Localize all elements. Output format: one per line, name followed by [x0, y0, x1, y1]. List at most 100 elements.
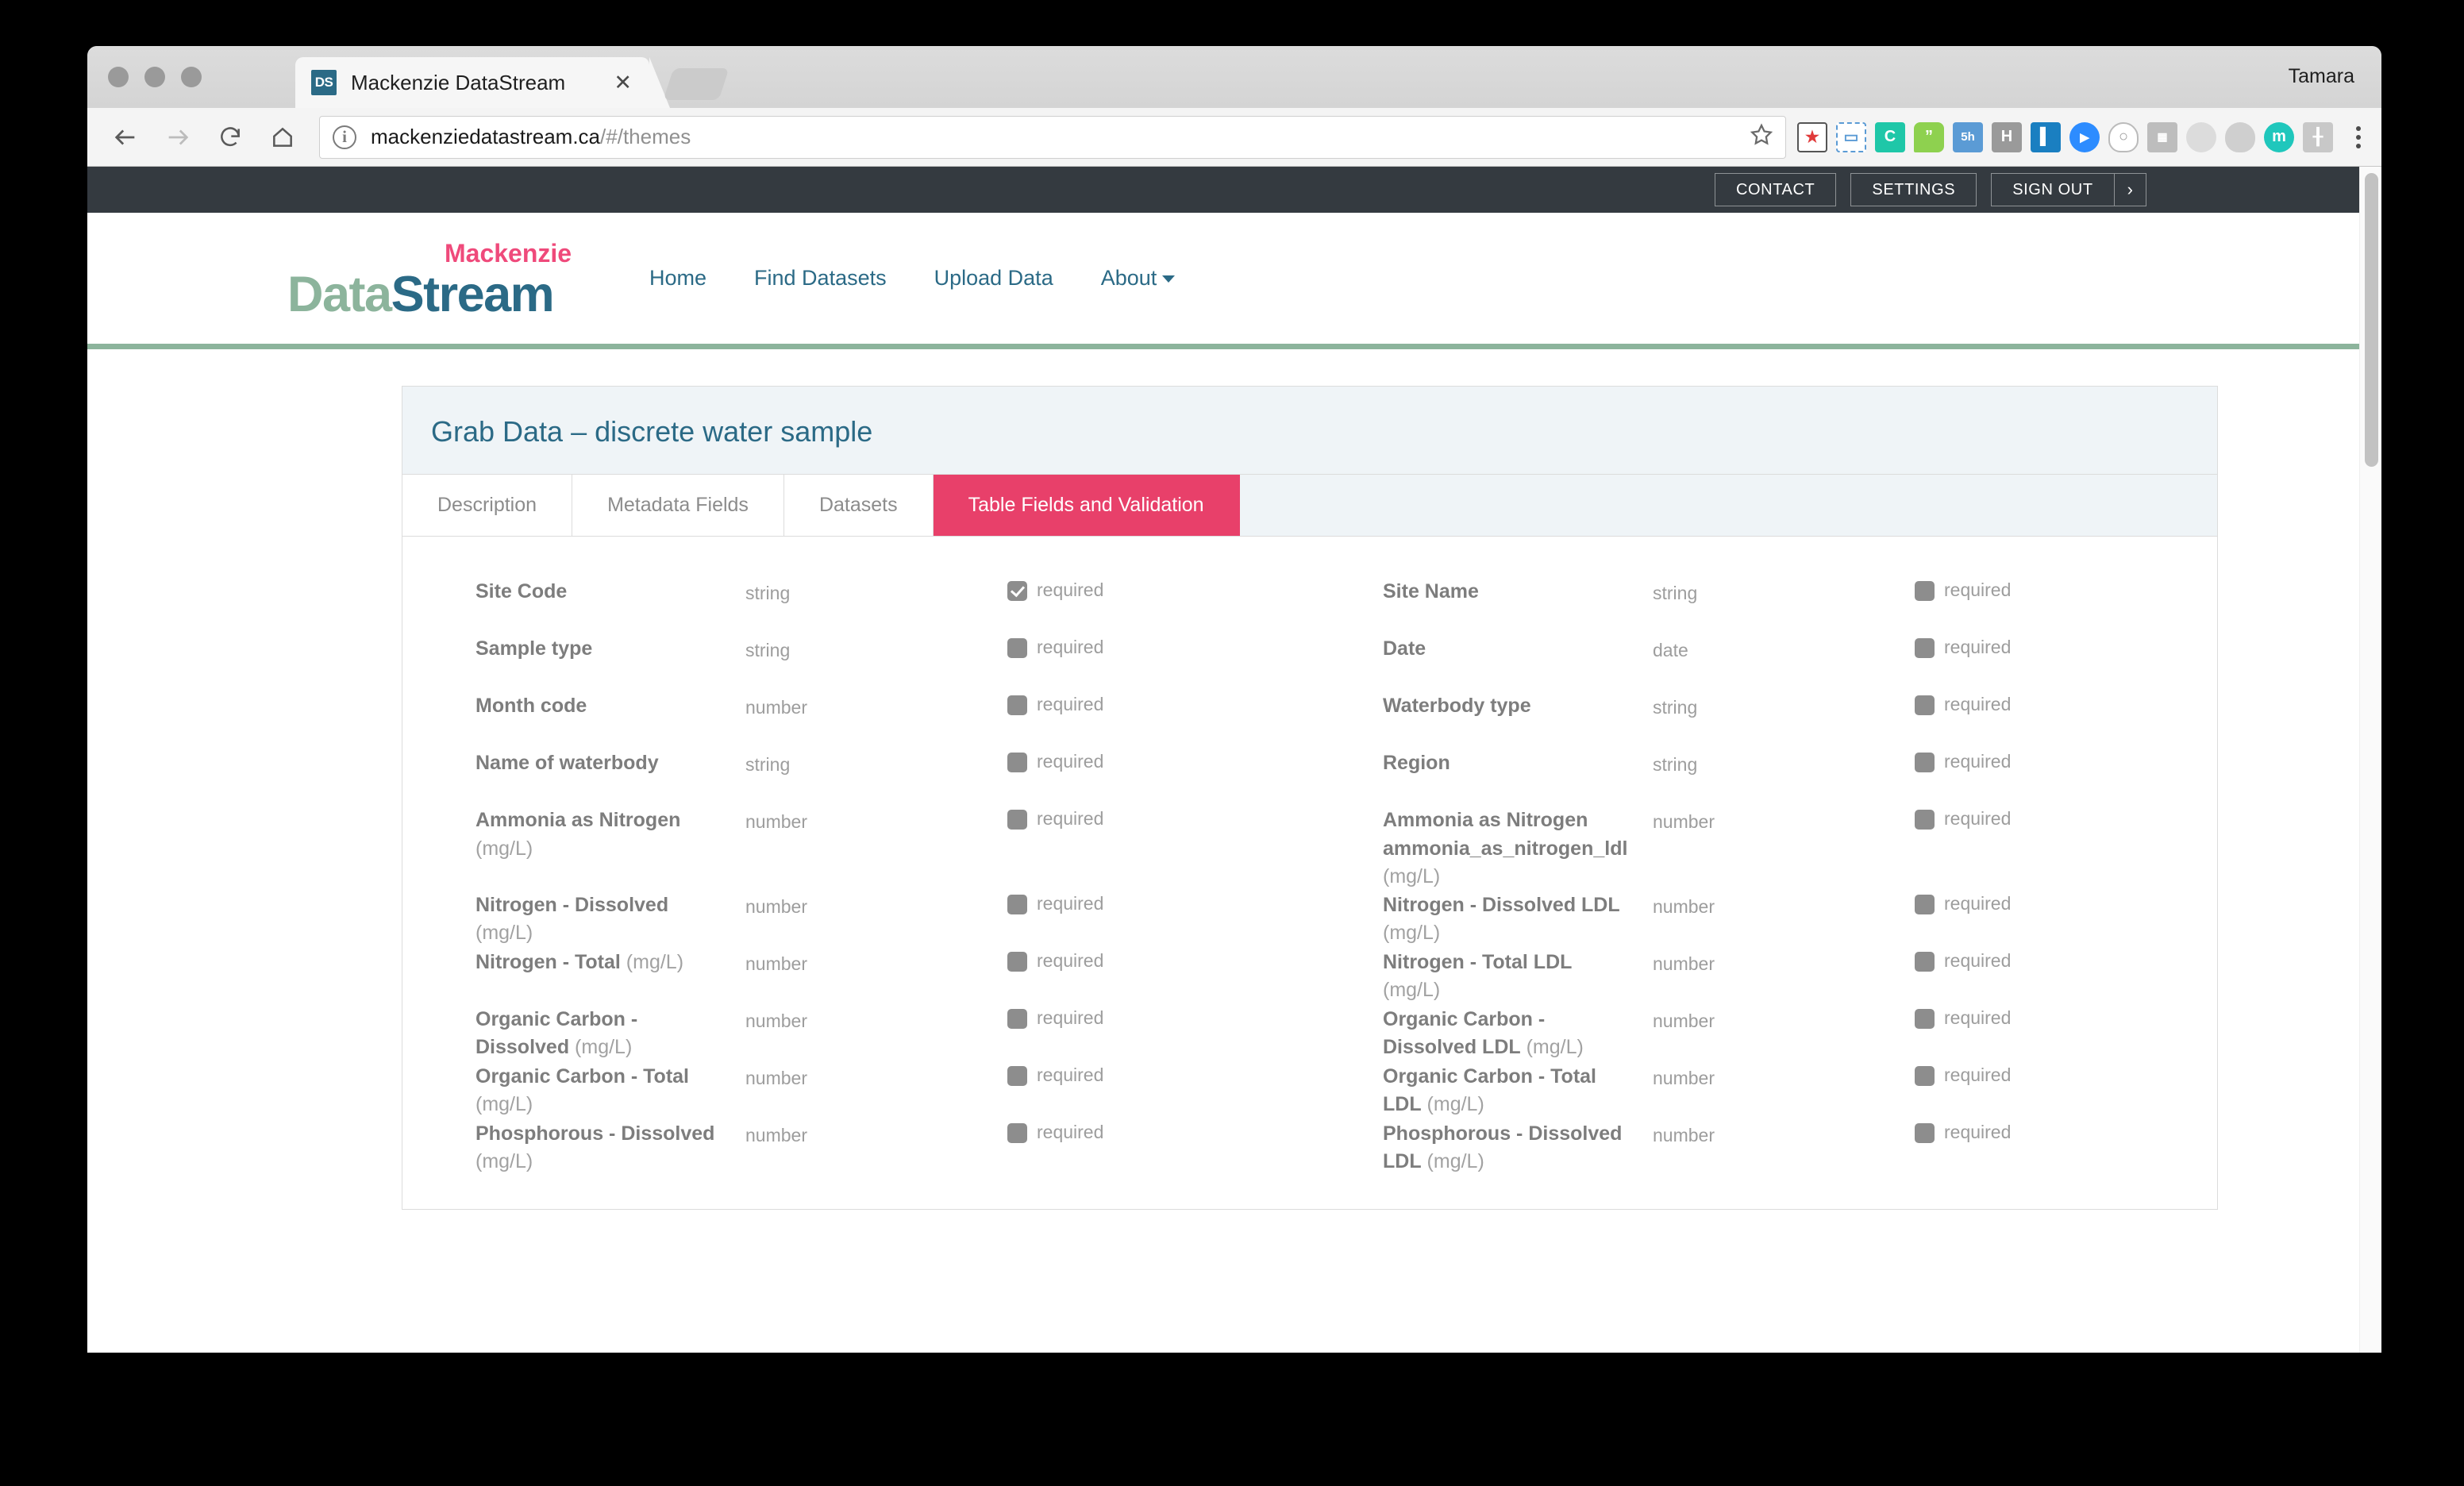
field-type: number — [745, 1067, 807, 1088]
field-required-group[interactable]: required — [1915, 1063, 2217, 1088]
field-type: number — [1653, 1067, 1715, 1088]
field-required-group[interactable]: required — [1915, 891, 2217, 916]
field-required-group[interactable]: required — [1915, 635, 2217, 660]
back-arrow-icon[interactable] — [103, 115, 148, 160]
settings-button[interactable]: SETTINGS — [1850, 173, 1977, 206]
field-row: Month code number required — [402, 692, 1310, 749]
oval-grey-extension-icon[interactable] — [2186, 121, 2216, 152]
field-row: Sample type string required — [402, 635, 1310, 692]
field-type: number — [745, 697, 807, 718]
hubspot-extension-icon[interactable]: ╂ — [2303, 121, 2333, 152]
required-checkbox[interactable] — [1007, 1065, 1027, 1086]
required-checkbox[interactable] — [1915, 638, 1935, 658]
field-required-group[interactable]: required — [1007, 578, 1310, 602]
field-required-group[interactable]: required — [1007, 1063, 1310, 1088]
main-navigation: Home Find Datasets Upload Data About — [649, 266, 1176, 291]
required-checkbox[interactable] — [1007, 638, 1027, 658]
field-required-group[interactable]: required — [1007, 807, 1310, 831]
required-checkbox[interactable] — [1915, 810, 1935, 830]
info-circle-icon[interactable]: i — [333, 125, 356, 149]
field-required-group[interactable]: required — [1915, 578, 2217, 602]
field-required-group[interactable]: required — [1007, 949, 1310, 973]
kebab-menu-icon[interactable] — [2345, 120, 2372, 155]
tab-metadata-fields[interactable]: Metadata Fields — [572, 475, 784, 536]
star-icon[interactable] — [1749, 122, 1774, 152]
required-checkbox[interactable] — [1007, 894, 1027, 914]
field-required-group[interactable]: required — [1915, 807, 2217, 831]
required-checkbox[interactable] — [1007, 1122, 1027, 1143]
field-name: Nitrogen - Total (mg/L) — [475, 950, 684, 973]
field-row: Nitrogen - Total LDL (mg/L) number require… — [1310, 949, 2217, 1006]
required-checkbox[interactable] — [1007, 581, 1027, 601]
reload-icon[interactable] — [208, 115, 252, 160]
maximize-window-button[interactable] — [181, 67, 202, 87]
tab-table-fields-and-validation[interactable]: Table Fields and Validation — [933, 475, 1240, 536]
nav-item-upload-data[interactable]: Upload Data — [934, 266, 1053, 291]
field-required-group[interactable]: required — [1915, 1006, 2217, 1030]
required-checkbox[interactable] — [1007, 753, 1027, 772]
nav-item-home[interactable]: Home — [649, 266, 706, 291]
site-logo[interactable]: DataStream Mackenzie — [287, 241, 605, 320]
minimize-window-button[interactable] — [144, 67, 165, 87]
required-checkbox[interactable] — [1007, 951, 1027, 972]
field-row: Organic Carbon - Dissolved LDL (mg/L) num… — [1310, 1006, 2217, 1063]
ghost-extension-icon[interactable]: ○ — [2108, 121, 2139, 152]
field-required-group[interactable]: required — [1007, 749, 1310, 774]
mailchimp-extension-icon[interactable]: m — [2264, 121, 2294, 152]
address-bar[interactable]: i mackenziedatastream.ca/#/themes — [319, 115, 1786, 159]
contact-button[interactable]: CONTACT — [1714, 173, 1837, 206]
required-checkbox[interactable] — [1007, 810, 1027, 830]
new-tab-icon[interactable] — [663, 68, 730, 100]
zoom-extension-icon[interactable]: ▶ — [2069, 121, 2100, 152]
required-checkbox[interactable] — [1915, 695, 1935, 715]
field-required-group[interactable]: required — [1915, 692, 2217, 717]
timer-5h-extension-icon[interactable]: 5h — [1953, 121, 1983, 152]
nav-item-about[interactable]: About — [1101, 266, 1176, 291]
required-checkbox[interactable] — [1915, 1008, 1935, 1029]
home-icon[interactable] — [260, 115, 305, 160]
nav-item-find-datasets[interactable]: Find Datasets — [754, 266, 887, 291]
field-required-group[interactable]: required — [1915, 1120, 2217, 1145]
required-label: required — [1037, 1121, 1104, 1142]
field-required-group[interactable]: required — [1007, 891, 1310, 916]
field-required-group[interactable]: required — [1007, 692, 1310, 717]
calendar-star-extension-icon[interactable]: ★ — [1797, 121, 1827, 152]
quote-bubble-extension-icon[interactable]: ” — [1914, 121, 1944, 152]
required-checkbox[interactable] — [1007, 1008, 1027, 1029]
tab-description[interactable]: Description — [402, 475, 573, 536]
page-scrollbar-thumb[interactable] — [2365, 173, 2378, 467]
required-checkbox[interactable] — [1915, 1122, 1935, 1143]
page-scrollbar[interactable] — [2359, 167, 2381, 1353]
required-checkbox[interactable] — [1915, 753, 1935, 772]
trello-extension-icon[interactable]: ▌ — [2031, 121, 2061, 152]
tab-datasets[interactable]: Datasets — [783, 475, 934, 536]
browser-tab[interactable]: DS Mackenzie DataStream ✕ — [295, 57, 670, 108]
chevron-right-icon[interactable]: › — [2113, 174, 2146, 206]
required-checkbox[interactable] — [1915, 894, 1935, 914]
grammarly-extension-icon[interactable]: C — [1875, 121, 1905, 152]
required-checkbox[interactable] — [1915, 581, 1935, 601]
pin-extension-icon[interactable] — [2225, 121, 2255, 152]
url-domain: mackenziedatastream.ca — [371, 125, 601, 148]
field-required-group[interactable]: required — [1007, 635, 1310, 660]
required-checkbox[interactable] — [1915, 1065, 1935, 1086]
field-row: Date date required — [1310, 635, 2217, 692]
screenshot-extension-icon[interactable]: ▭ — [1836, 121, 1866, 152]
sign-out-button[interactable]: SIGN OUT › — [1991, 173, 2146, 206]
required-checkbox[interactable] — [1915, 951, 1935, 972]
field-row: Site Name string required — [1310, 578, 2217, 635]
required-label: required — [1037, 1007, 1104, 1028]
hootsuite-extension-icon[interactable]: H — [1992, 121, 2022, 152]
field-required-group[interactable]: required — [1007, 1120, 1310, 1145]
forward-arrow-icon[interactable] — [156, 115, 200, 160]
required-label: required — [1944, 1121, 2012, 1142]
required-checkbox[interactable] — [1007, 695, 1027, 715]
field-required-group[interactable]: required — [1915, 949, 2217, 973]
page-viewport: CONTACT SETTINGS SIGN OUT › DataStream M… — [87, 167, 2381, 1353]
close-icon[interactable]: ✕ — [614, 71, 632, 94]
map-extension-icon[interactable]: ▦ — [2147, 121, 2177, 152]
field-name: Organic Carbon - Total (mg/L) — [475, 1064, 689, 1116]
field-required-group[interactable]: required — [1915, 749, 2217, 774]
close-window-button[interactable] — [108, 67, 129, 87]
field-required-group[interactable]: required — [1007, 1006, 1310, 1030]
